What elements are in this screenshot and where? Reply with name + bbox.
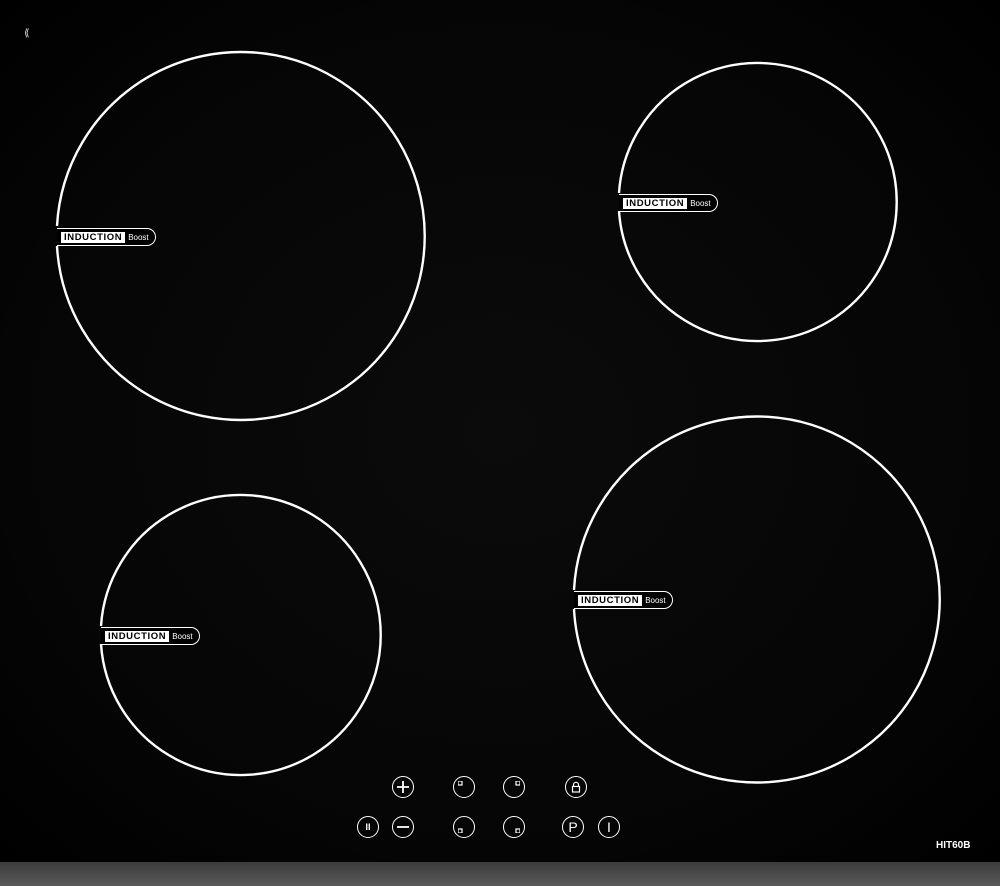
zone-select-top-left-button[interactable] bbox=[453, 776, 475, 798]
hob-glass-panel: ⟪ INDUCTION Boost INDUCTION Boost INDUCT… bbox=[0, 0, 1000, 862]
zone-boost-text: Boost bbox=[690, 198, 711, 208]
symbol-mark: ⟪ bbox=[24, 28, 30, 39]
zone-select-bottom-right-button[interactable] bbox=[503, 816, 525, 838]
model-label: HIT60B bbox=[936, 840, 971, 851]
cooking-zones-graphic bbox=[55, 50, 941, 784]
pause-icon: II bbox=[365, 821, 371, 832]
bottom-edge-strip bbox=[0, 862, 1000, 886]
zone-bottom-right-icon bbox=[515, 828, 520, 833]
zone-bottom-left-icon bbox=[458, 828, 463, 833]
zone-top-left-icon bbox=[458, 781, 463, 786]
zone-label-text: INDUCTION bbox=[105, 630, 170, 642]
power-button[interactable]: I bbox=[598, 816, 620, 838]
zone-label-text: INDUCTION bbox=[578, 594, 643, 606]
zone-label-text: INDUCTION bbox=[623, 197, 688, 209]
zone-boost-text: Boost bbox=[128, 232, 149, 242]
zone-top-right-icon bbox=[515, 781, 520, 786]
power-icon: I bbox=[607, 819, 611, 835]
zone-label-text: INDUCTION bbox=[61, 231, 126, 243]
lock-button[interactable] bbox=[565, 776, 587, 798]
lock-icon bbox=[571, 781, 581, 793]
zone-label-bottom-left: INDUCTION Boost bbox=[101, 627, 200, 645]
plus-button[interactable] bbox=[392, 776, 414, 798]
zone-label-top-right: INDUCTION Boost bbox=[619, 194, 718, 212]
zone-boost-text: Boost bbox=[172, 631, 193, 641]
zone-select-bottom-left-button[interactable] bbox=[453, 816, 475, 838]
zone-boost-text: Boost bbox=[645, 595, 666, 605]
pause-button[interactable]: II bbox=[357, 816, 379, 838]
zone-label-bottom-right: INDUCTION Boost bbox=[574, 591, 673, 609]
zone-select-top-right-button[interactable] bbox=[503, 776, 525, 798]
minus-button[interactable] bbox=[392, 816, 414, 838]
p-button[interactable]: P bbox=[562, 816, 584, 838]
minus-icon bbox=[397, 826, 409, 828]
zone-label-top-left: INDUCTION Boost bbox=[57, 228, 156, 246]
plus-icon bbox=[397, 781, 409, 793]
p-icon: P bbox=[568, 819, 578, 835]
